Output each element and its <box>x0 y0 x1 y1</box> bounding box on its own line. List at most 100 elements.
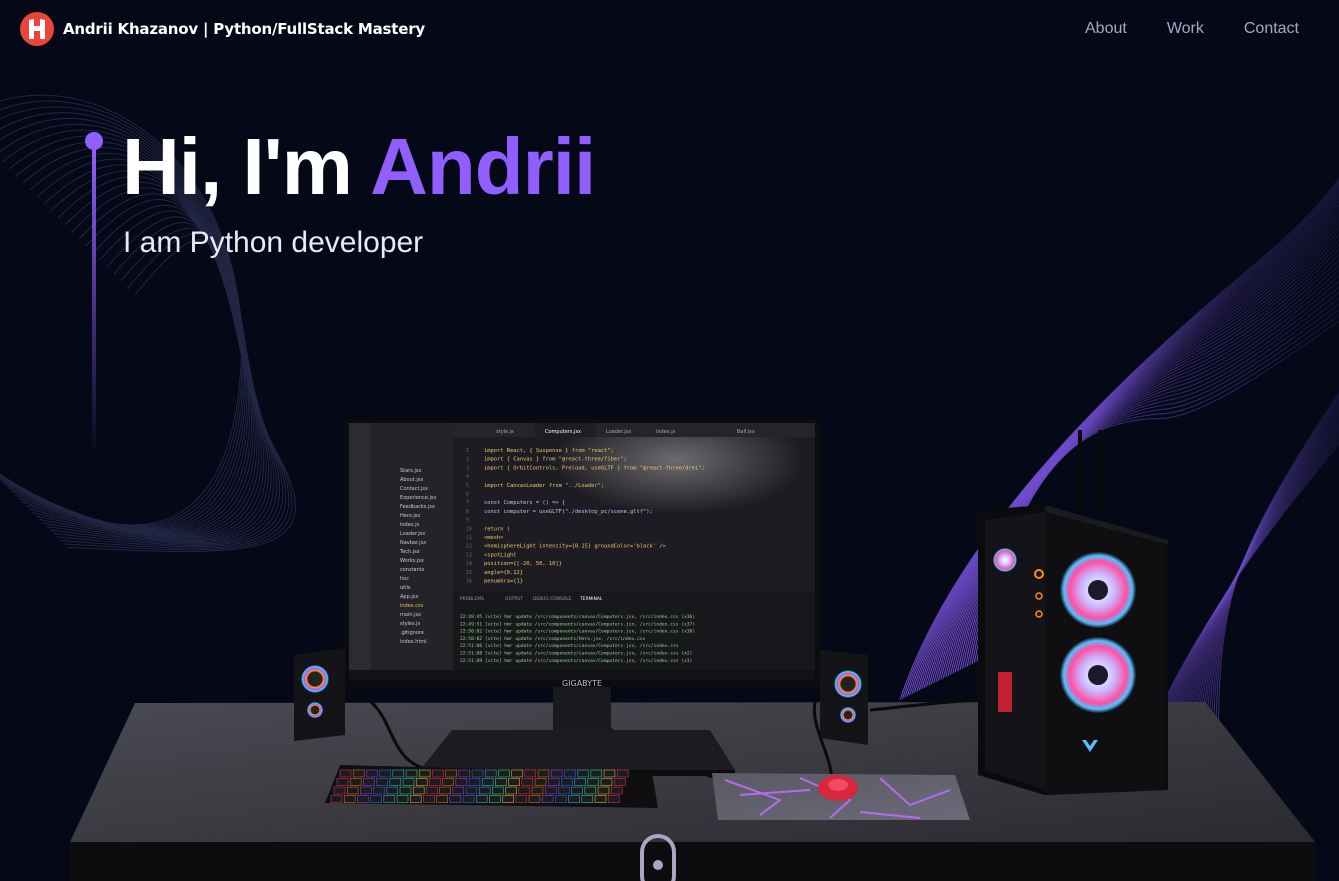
right-speaker <box>820 650 868 745</box>
keyboard-key <box>455 778 468 786</box>
keyboard-key <box>423 795 435 803</box>
nav-links: About Work Contact <box>1085 20 1299 38</box>
keyboard-key <box>594 795 607 803</box>
code-line: import { Canvas } from "@react-three/fib… <box>484 457 627 463</box>
scroll-down-indicator[interactable] <box>640 834 676 881</box>
explorer-file[interactable]: index.js <box>400 522 420 528</box>
explorer-file[interactable]: About.jsx <box>400 477 423 483</box>
keyboard-key <box>343 795 356 803</box>
keyboard-key <box>409 795 422 803</box>
explorer-file[interactable]: Contact.jsx <box>400 486 428 492</box>
explorer-file[interactable]: utils <box>400 585 411 591</box>
explorer-file[interactable]: index.css <box>400 603 424 609</box>
explorer-file[interactable]: styles.js <box>400 621 421 627</box>
keyboard-key <box>481 778 494 786</box>
keyboard-key <box>426 786 438 795</box>
brand-title[interactable]: Andrii Khazanov | Python/FullStack Maste… <box>63 20 425 38</box>
mouse-highlight <box>828 779 848 791</box>
editor-tab[interactable]: index.js <box>656 429 676 435</box>
keyboard-key <box>370 795 382 803</box>
terminal-tab[interactable]: OUTPUT <box>505 596 523 602</box>
monitor[interactable]: 1 import React, { Suspense } from "react"… <box>344 419 820 688</box>
terminal-line: 22:51:06 [vite] hmr update /src/componen… <box>460 643 679 649</box>
terminal-tab[interactable]: PROBLEMS <box>460 596 484 602</box>
terminal-tab[interactable]: DEBUG CONSOLE <box>533 596 572 602</box>
nav-link-work[interactable]: Work <box>1167 20 1204 38</box>
keyboard-key <box>531 786 544 795</box>
keyboard-key <box>568 795 580 803</box>
explorer-file[interactable]: Feedbacks.jsx <box>400 504 435 510</box>
keyboard-key <box>511 769 523 778</box>
keyboard-key <box>581 795 594 803</box>
explorer-file[interactable]: .gitignore <box>400 630 424 636</box>
keyboard-key <box>528 795 541 803</box>
pc-tower[interactable] <box>978 430 1168 795</box>
editor-tab[interactable]: Ball.jsx <box>737 429 755 435</box>
nav-link-contact[interactable]: Contact <box>1244 20 1299 38</box>
terminal-tab[interactable]: TERMINAL <box>579 596 603 602</box>
keyboard-key <box>564 769 576 778</box>
editor-tab[interactable]: style.js <box>496 429 514 435</box>
keyboard-key <box>521 778 534 786</box>
explorer-file[interactable]: constants <box>400 567 425 573</box>
keyboard-key <box>346 786 359 795</box>
keyboard-key <box>555 795 567 803</box>
code-line: position={[-20, 50, 10]} <box>484 561 562 567</box>
keyboard-key <box>415 778 428 786</box>
keyboard-key <box>462 795 475 803</box>
explorer-file[interactable]: index.html <box>400 639 427 645</box>
explorer-file[interactable]: Experience.jsx <box>400 495 436 501</box>
explorer-file[interactable]: Loader.jsx <box>400 531 425 537</box>
keyboard-key <box>590 769 603 778</box>
keyboard-key <box>603 769 616 778</box>
keyboard-key <box>498 769 510 778</box>
explorer-file[interactable]: Navbar.jsx <box>400 540 426 546</box>
keyboard[interactable] <box>325 765 658 808</box>
code-line-number: 7 <box>466 500 469 506</box>
code-line-number: 10 <box>466 526 472 532</box>
code-line-number: 4 <box>466 474 469 480</box>
code-line-number: 14 <box>466 561 472 567</box>
editor-tab[interactable]: Loader.jsx <box>606 429 631 435</box>
keyboard-key <box>558 786 570 795</box>
explorer-file[interactable]: Tech.jsx <box>399 549 420 555</box>
keyboard-key <box>550 769 563 778</box>
monitor-brand-label: GIGABYTE <box>562 679 602 688</box>
keyboard-key <box>366 769 378 778</box>
desk-setup-scene[interactable]: 1 import React, { Suspense } from "react"… <box>0 0 1339 881</box>
keyboard-key <box>357 795 369 803</box>
editor-tab[interactable]: Computers.jsx <box>545 429 581 435</box>
explorer-file[interactable]: hoc <box>400 576 409 582</box>
keyboard-key <box>386 786 399 795</box>
keyboard-key <box>360 786 372 795</box>
code-line: penumbra={1} <box>484 579 523 585</box>
left-speaker <box>294 648 345 741</box>
keyboard-key <box>495 778 507 786</box>
terminal-line: 22:50:02 [vite] hmr update /src/componen… <box>460 636 646 642</box>
keyboard-key <box>399 786 412 795</box>
code-line: <spotLight <box>484 552 516 558</box>
keyboard-key <box>429 778 441 786</box>
explorer-file[interactable]: Stars.jsx <box>400 468 421 474</box>
keyboard-key <box>379 769 391 778</box>
nav-link-about[interactable]: About <box>1085 20 1127 38</box>
explorer-file[interactable]: App.jsx <box>400 594 418 600</box>
logo-icon[interactable] <box>20 11 54 46</box>
code-line: <mesh> <box>484 535 504 541</box>
keyboard-key <box>349 778 362 786</box>
keyboard-key <box>574 778 586 786</box>
keyboard-key <box>339 769 352 778</box>
keyboard-key <box>330 795 343 803</box>
keyboard-key <box>471 769 484 778</box>
code-line: <hemisphereLight intensity={0.15} ground… <box>484 544 666 550</box>
navbar: Andrii Khazanov | Python/FullStack Maste… <box>0 0 1339 57</box>
code-line: import React, { Suspense } from "react"; <box>484 448 614 454</box>
keyboard-key <box>534 778 547 786</box>
keyboard-key <box>613 778 626 786</box>
keyboard-key <box>333 786 346 795</box>
keyboard-key <box>402 778 415 786</box>
code-line-number: 11 <box>466 535 472 541</box>
explorer-file[interactable]: main.jsx <box>400 612 421 618</box>
explorer-file[interactable]: Hero.jsx <box>400 513 420 519</box>
explorer-file[interactable]: Works.jsx <box>400 558 424 564</box>
